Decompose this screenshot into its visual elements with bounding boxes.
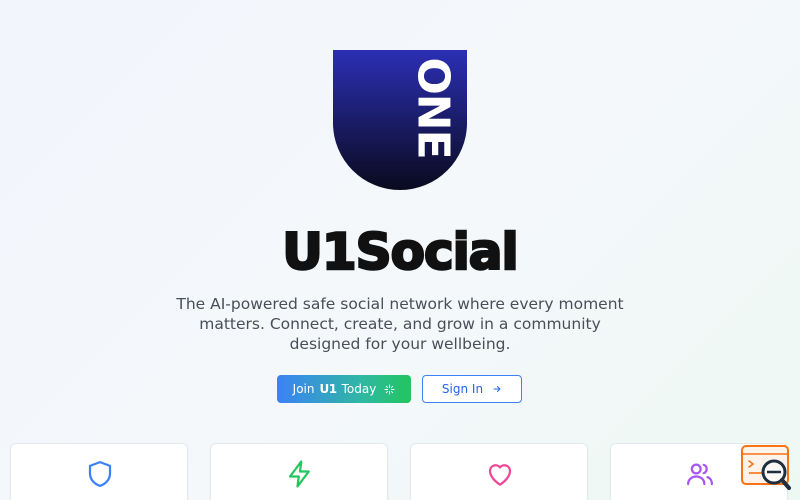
feature-card-safety [10, 443, 188, 500]
u1-logo-shield: ONE [333, 50, 467, 190]
sparkle-icon [384, 383, 395, 395]
search-window-icon[interactable] [740, 444, 794, 494]
shield-icon [88, 461, 112, 487]
heart-icon [488, 464, 512, 486]
join-button[interactable]: Join U1 Today [277, 375, 411, 403]
arrow-right-icon [492, 384, 502, 394]
sign-in-button[interactable]: Sign In [422, 375, 522, 403]
feature-card-speed [210, 443, 388, 500]
lightning-icon [288, 460, 310, 488]
join-label-suffix: Today [341, 382, 377, 396]
sign-in-label: Sign In [441, 382, 484, 396]
logo-text: ONE [408, 57, 459, 158]
join-label-prefix: Join [292, 382, 315, 396]
hero-tagline: The AI-powered safe social network where… [176, 295, 624, 353]
brand-title: U1Social [281, 222, 520, 283]
feature-card-wellbeing [410, 443, 588, 500]
join-label-brand: U1 [319, 382, 338, 396]
users-icon [687, 463, 713, 486]
